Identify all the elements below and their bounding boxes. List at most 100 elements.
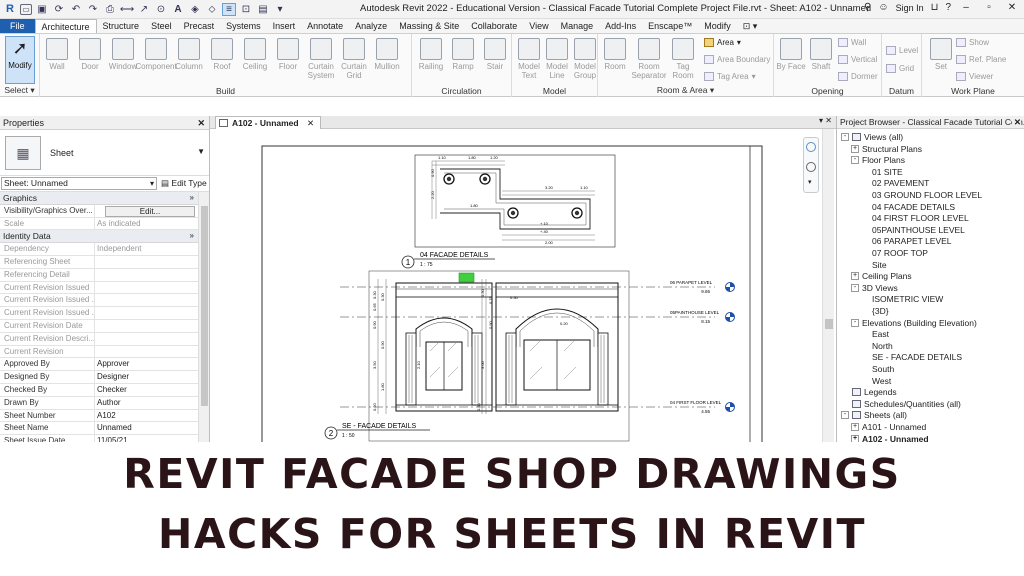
- view-tab-a102[interactable]: A102 - Unnamed ✕: [215, 116, 322, 129]
- view-menu-icon[interactable]: ▾ ✕: [819, 116, 832, 125]
- roof-button[interactable]: Roof: [205, 38, 239, 71]
- shaft-button[interactable]: Shaft: [804, 38, 838, 71]
- area-button[interactable]: Area ▾: [704, 38, 741, 47]
- collapse-group-icon[interactable]: »: [190, 192, 194, 205]
- aligned-dimension-icon[interactable]: ↗: [137, 3, 151, 16]
- floor-button[interactable]: Floor: [271, 38, 305, 71]
- property-value[interactable]: Unnamed: [95, 422, 209, 434]
- browser-node-east[interactable]: East: [872, 329, 889, 339]
- steering-wheel-icon[interactable]: [806, 142, 816, 152]
- tab-view[interactable]: View: [523, 19, 554, 33]
- switch-windows-icon[interactable]: ▤: [256, 3, 270, 16]
- room-area-group-label[interactable]: Room & Area ▾: [598, 85, 773, 96]
- 3d-view-icon[interactable]: ◈: [188, 3, 202, 16]
- ramp-button[interactable]: Ramp: [446, 38, 480, 71]
- room-button[interactable]: Room: [598, 38, 632, 71]
- level-button[interactable]: Level: [886, 46, 918, 55]
- view-scrollbar[interactable]: [822, 129, 834, 442]
- collapse-group-icon[interactable]: »: [190, 230, 194, 243]
- model-group-button[interactable]: Model Group: [568, 38, 602, 80]
- property-value[interactable]: Author: [95, 397, 209, 409]
- room-separator-button[interactable]: Room Separator: [631, 38, 667, 80]
- browser-node-3d[interactable]: {3D}: [872, 306, 889, 316]
- door-button[interactable]: Door: [73, 38, 107, 71]
- measure-icon[interactable]: ⟷: [120, 3, 134, 16]
- vertical-opening-button[interactable]: Vertical: [838, 55, 877, 64]
- dormer-button[interactable]: Dormer: [838, 72, 878, 81]
- property-value[interactable]: Checker: [95, 384, 209, 396]
- grid-button[interactable]: Grid: [886, 64, 914, 73]
- edit-type-button[interactable]: ▤ Edit Type: [161, 178, 207, 189]
- browser-node-south[interactable]: South: [872, 364, 894, 374]
- property-value[interactable]: Approver: [95, 358, 209, 370]
- property-value[interactable]: A102: [95, 410, 209, 422]
- area-boundary-button[interactable]: Area Boundary: [704, 55, 770, 64]
- browser-node-03-ground-floor-level[interactable]: 03 GROUND FLOOR LEVEL: [872, 190, 982, 200]
- browser-node-west[interactable]: West: [872, 376, 891, 386]
- drawing-canvas[interactable]: 1.10 1.80 1.20 3.20 1.10 0.90 2.20 1.80 +.10 +.40…: [210, 129, 836, 442]
- browser-node-04-first-floor-level[interactable]: 04 FIRST FLOOR LEVEL: [872, 213, 969, 223]
- close-properties-icon[interactable]: ✕: [197, 116, 205, 130]
- type-dropdown-icon[interactable]: ▼: [197, 147, 205, 156]
- visibility-edit-button[interactable]: Edit...: [105, 205, 195, 217]
- save-icon[interactable]: ▣: [35, 3, 49, 16]
- component-button[interactable]: Component: [135, 38, 177, 71]
- select-group-label[interactable]: Select ▾: [0, 85, 39, 96]
- sign-in-link[interactable]: Sign In: [896, 3, 924, 13]
- modify-button[interactable]: ➚ Modify: [5, 36, 35, 84]
- browser-node-elevations-building-elevation[interactable]: - Elevations (Building Elevation): [851, 318, 977, 328]
- browser-node-02-pavement[interactable]: 02 PAVEMENT: [872, 178, 929, 188]
- property-value[interactable]: Designer: [95, 371, 209, 383]
- browser-node-legends[interactable]: Legends: [852, 387, 897, 397]
- tab-steel[interactable]: Steel: [145, 19, 178, 33]
- revit-logo-icon[interactable]: R: [3, 3, 17, 16]
- expand-icon[interactable]: +: [851, 434, 859, 442]
- browser-node-site[interactable]: Site: [872, 260, 887, 270]
- expand-icon[interactable]: +: [851, 272, 859, 281]
- tab-analyze[interactable]: Analyze: [349, 19, 393, 33]
- tab-collaborate[interactable]: Collaborate: [465, 19, 523, 33]
- browser-node-floor-plans[interactable]: - Floor Plans: [851, 155, 905, 165]
- thin-lines-icon[interactable]: ≡: [222, 2, 236, 16]
- sync-icon[interactable]: ⟳: [52, 3, 66, 16]
- undo-icon[interactable]: ↶: [69, 3, 83, 16]
- wall-opening-button[interactable]: Wall: [838, 38, 866, 47]
- properties-scrollbar[interactable]: [198, 192, 209, 442]
- browser-node-schedules-quantities-all[interactable]: Schedules/Quantities (all): [852, 399, 961, 409]
- mullion-button[interactable]: Mullion: [370, 38, 404, 71]
- redo-icon[interactable]: ↷: [86, 3, 100, 16]
- close-window-button[interactable]: ✕: [1004, 2, 1020, 13]
- browser-node-01-site[interactable]: 01 SITE: [872, 167, 903, 177]
- print-icon[interactable]: ⎙: [103, 3, 117, 16]
- curtain-system-button[interactable]: Curtain System: [304, 38, 338, 80]
- binoculars-icon[interactable]: ⚲: [864, 2, 871, 13]
- browser-node-ceiling-plans[interactable]: + Ceiling Plans: [851, 271, 912, 281]
- tab-annotate[interactable]: Annotate: [301, 19, 349, 33]
- browser-node-isometric-view[interactable]: ISOMETRIC VIEW: [872, 294, 943, 304]
- tag-icon[interactable]: ⊙: [154, 3, 168, 16]
- ribbon-options-icon[interactable]: ⊡ ▾: [737, 19, 764, 33]
- close-hidden-icon[interactable]: ⊡: [239, 3, 253, 16]
- tab-architecture[interactable]: Architecture: [34, 19, 97, 33]
- tab-massing-site[interactable]: Massing & Site: [393, 19, 465, 33]
- zoom-icon[interactable]: [806, 162, 816, 172]
- browser-node-sheets-all[interactable]: - Sheets (all): [841, 410, 907, 420]
- property-group-identity-data[interactable]: Identity Data»: [0, 230, 209, 244]
- close-browser-icon[interactable]: ✕: [1011, 116, 1021, 128]
- curtain-grid-button[interactable]: Curtain Grid: [337, 38, 371, 80]
- ceiling-button[interactable]: Ceiling: [238, 38, 272, 71]
- browser-node-3d-views[interactable]: -3D Views: [851, 283, 898, 293]
- show-work-plane-button[interactable]: Show: [956, 38, 989, 47]
- ref-plane-button[interactable]: Ref. Plane: [956, 55, 1006, 64]
- cart-icon[interactable]: ⊔: [931, 2, 939, 13]
- open-folder-icon[interactable]: ▭: [20, 3, 32, 15]
- tab-structure[interactable]: Structure: [97, 19, 146, 33]
- type-selector[interactable]: ▦ Sheet ▼: [0, 130, 209, 176]
- instance-filter-dropdown[interactable]: Sheet: Unnamed: [1, 177, 157, 190]
- section-icon[interactable]: ⬦: [205, 3, 219, 16]
- wall-button[interactable]: Wall: [40, 38, 74, 71]
- browser-node-structural-plans[interactable]: + Structural Plans: [851, 144, 922, 154]
- collapse-icon[interactable]: -: [841, 133, 849, 141]
- expand-icon[interactable]: +: [851, 423, 859, 431]
- set-work-plane-button[interactable]: Set: [924, 38, 958, 71]
